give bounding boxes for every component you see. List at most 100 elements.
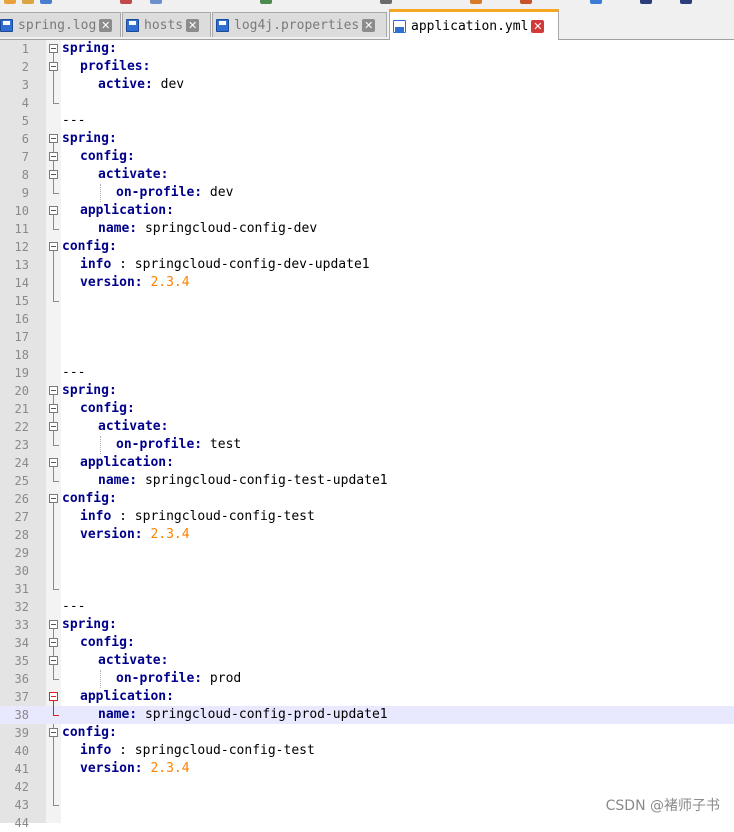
fold-toggle-icon[interactable]	[49, 40, 59, 58]
code-text: config:	[62, 490, 117, 508]
code-line[interactable]: 29	[0, 544, 734, 562]
code-line[interactable]: 9 on-profile: dev	[0, 184, 734, 202]
code-line[interactable]: 8 activate:	[0, 166, 734, 184]
code-line[interactable]: 12 config:	[0, 238, 734, 256]
code-line[interactable]: 21 config:	[0, 400, 734, 418]
code-line[interactable]: 14 version: 2.3.4	[0, 274, 734, 292]
code-line[interactable]: 23 on-profile: test	[0, 436, 734, 454]
tab-application-yml[interactable]: application.yml ✕	[389, 9, 559, 40]
minus-box-icon	[49, 206, 58, 215]
code-line[interactable]: 17	[0, 328, 734, 346]
close-icon[interactable]: ✕	[531, 19, 545, 33]
fold-end-icon	[49, 670, 59, 688]
save-icon[interactable]	[40, 0, 52, 4]
code-line[interactable]: 18	[0, 346, 734, 364]
close-icon[interactable]: ✕	[99, 18, 113, 32]
zoom-icon[interactable]	[470, 0, 482, 4]
fold-toggle-icon[interactable]	[49, 400, 59, 418]
code-line[interactable]: 6 spring:	[0, 130, 734, 148]
yaml-key: active:	[98, 77, 153, 92]
code-line[interactable]: 39 config:	[0, 724, 734, 742]
find-icon[interactable]	[380, 0, 392, 4]
code-line[interactable]: 5 ---	[0, 112, 734, 130]
code-line[interactable]: 25 name: springcloud-config-test-update1	[0, 472, 734, 490]
yaml-key: on-profile:	[116, 185, 203, 200]
tab-hosts[interactable]: hosts ✕	[122, 12, 211, 37]
fold-line-icon	[49, 76, 59, 94]
fold-toggle-icon[interactable]	[49, 652, 59, 670]
line-number: 36	[14, 672, 29, 686]
code-line[interactable]: 2 profiles:	[0, 58, 734, 76]
code-line[interactable]: 1 spring:	[0, 40, 734, 58]
fold-toggle-icon[interactable]	[49, 688, 59, 706]
fold-toggle-icon[interactable]	[49, 454, 59, 472]
minus-box-icon	[49, 458, 58, 467]
record-icon[interactable]	[590, 0, 602, 4]
line-number: 41	[14, 762, 29, 776]
close-icon[interactable]: ✕	[186, 18, 200, 32]
code-line[interactable]: 15	[0, 292, 734, 310]
stop-icon[interactable]	[680, 0, 692, 4]
code-line[interactable]: 19 ---	[0, 364, 734, 382]
code-line[interactable]: 11 name: springcloud-config-dev	[0, 220, 734, 238]
code-line[interactable]: 13 info : springcloud-config-dev-update1	[0, 256, 734, 274]
code-text: profiles:	[80, 58, 150, 76]
fold-line-icon	[49, 274, 59, 292]
yaml-value: springcloud-config-dev	[137, 221, 318, 236]
code-line[interactable]: 40 info : springcloud-config-test	[0, 742, 734, 760]
undo-icon[interactable]	[260, 0, 272, 4]
fold-toggle-icon[interactable]	[49, 490, 59, 508]
code-line[interactable]: 42	[0, 778, 734, 796]
yaml-value: test	[202, 437, 242, 452]
fold-toggle-icon[interactable]	[49, 58, 59, 76]
code-line[interactable]: 38 name: springcloud-config-prod-update1	[0, 706, 734, 724]
cut-icon[interactable]	[120, 0, 132, 4]
close-icon[interactable]: ✕	[362, 18, 376, 32]
yaml-key: config:	[80, 149, 135, 164]
code-line[interactable]: 20 spring:	[0, 382, 734, 400]
fold-toggle-icon[interactable]	[49, 202, 59, 220]
code-line[interactable]: 27 info : springcloud-config-test	[0, 508, 734, 526]
fold-toggle-icon[interactable]	[49, 130, 59, 148]
code-line[interactable]: 16	[0, 310, 734, 328]
code-line[interactable]: 44	[0, 814, 734, 832]
code-line[interactable]: 10 application:	[0, 202, 734, 220]
code-line[interactable]: 28 version: 2.3.4	[0, 526, 734, 544]
code-line[interactable]: 22 activate:	[0, 418, 734, 436]
tab-spring-log[interactable]: spring.log ✕	[0, 12, 121, 37]
code-line[interactable]: 26 config:	[0, 490, 734, 508]
code-line[interactable]: 30	[0, 562, 734, 580]
code-line[interactable]: 33 spring:	[0, 616, 734, 634]
code-line[interactable]: 24 application:	[0, 454, 734, 472]
code-line[interactable]: 36 on-profile: prod	[0, 670, 734, 688]
code-editor[interactable]: 1 spring: 2 profiles: 3 active: dev 4 5 --- 6 spri…	[0, 40, 734, 830]
code-line[interactable]: 31	[0, 580, 734, 598]
code-line[interactable]: 37 application:	[0, 688, 734, 706]
code-line[interactable]: 7 config:	[0, 148, 734, 166]
yaml-key: application:	[80, 455, 174, 470]
yaml-value: ---	[62, 113, 86, 128]
fold-toggle-icon[interactable]	[49, 634, 59, 652]
fold-toggle-icon[interactable]	[49, 382, 59, 400]
code-line[interactable]: 35 activate:	[0, 652, 734, 670]
fold-toggle-icon[interactable]	[49, 166, 59, 184]
tab-log4j-properties[interactable]: log4j.properties ✕	[212, 12, 387, 37]
open-file-icon[interactable]	[22, 0, 34, 4]
macro-icon[interactable]	[520, 0, 532, 4]
code-line[interactable]: 3 active: dev	[0, 76, 734, 94]
fold-toggle-icon[interactable]	[49, 238, 59, 256]
code-line[interactable]: 32 ---	[0, 598, 734, 616]
indent-guide	[100, 436, 101, 454]
code-line[interactable]: 34 config:	[0, 634, 734, 652]
play-icon[interactable]	[640, 0, 652, 4]
fold-toggle-icon[interactable]	[49, 616, 59, 634]
fold-toggle-icon[interactable]	[49, 724, 59, 742]
code-line[interactable]: 4	[0, 94, 734, 112]
copy-icon[interactable]	[150, 0, 162, 4]
new-file-icon[interactable]	[4, 0, 16, 4]
code-line[interactable]: 41 version: 2.3.4	[0, 760, 734, 778]
yaml-key: config:	[80, 635, 135, 650]
minus-box-icon	[49, 134, 58, 143]
fold-toggle-icon[interactable]	[49, 418, 59, 436]
fold-toggle-icon[interactable]	[49, 148, 59, 166]
